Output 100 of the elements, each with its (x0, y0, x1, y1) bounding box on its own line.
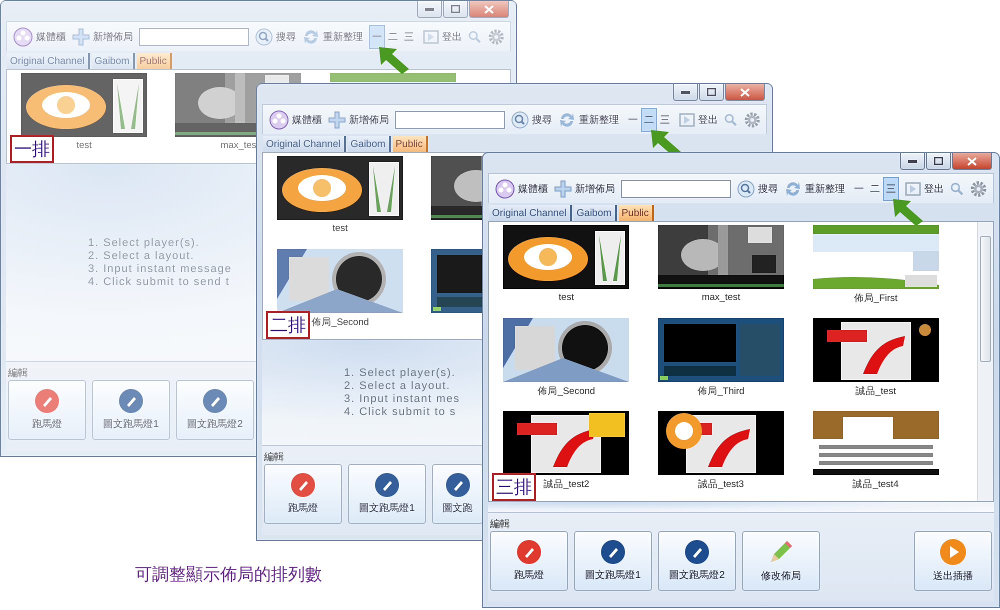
row-count-toggle[interactable]: 三 (401, 24, 417, 48)
edit-action-button[interactable]: 圖文跑馬燈1 (574, 531, 652, 591)
maximize-button[interactable] (926, 153, 951, 170)
search-icon (255, 28, 273, 46)
instruction-line: 1. Select player(s). (344, 367, 456, 379)
logout-button[interactable]: 登出 (905, 180, 944, 196)
logout-icon (905, 180, 921, 196)
layout-name: 佈局_Third (698, 385, 744, 398)
logout-button[interactable]: 登出 (423, 28, 462, 44)
instruction-line: 3. Input instant mes (344, 393, 460, 405)
layout-name: 誠品_test (855, 385, 896, 398)
row-count-callout: 一排 (10, 135, 54, 163)
close-button[interactable] (469, 1, 509, 18)
search-icon (511, 110, 529, 128)
pen-icon (203, 389, 227, 413)
layout-name: 佈局_Second (538, 385, 596, 398)
edit-action-button[interactable]: 圖文跑馬燈1 (92, 380, 170, 440)
minimize-icon (425, 8, 434, 10)
close-icon (740, 88, 750, 96)
play-icon (940, 539, 966, 565)
plus-icon (328, 110, 346, 128)
group-title: 編輯 (490, 518, 510, 531)
instruction-line: 2. Select a layout. (344, 380, 450, 392)
minimize-icon (908, 160, 917, 162)
maximize-button[interactable] (699, 84, 724, 101)
row-count-toggle[interactable]: 一 (625, 108, 641, 132)
edit-action-button[interactable]: 跑馬燈 (490, 531, 568, 591)
pen-icon (601, 540, 625, 564)
pointer-arrow (891, 196, 925, 226)
refresh-icon (558, 110, 576, 128)
edit-action-button[interactable]: 圖文跑 (432, 464, 483, 524)
row-count-toggle[interactable]: 二 (385, 24, 401, 48)
search-button[interactable]: 搜尋 (255, 28, 296, 46)
layout-name: 佈局_First (854, 292, 898, 305)
pen-icon (685, 540, 709, 564)
add-layout-button[interactable]: 新增佈局 (328, 110, 389, 128)
pen-icon (375, 473, 399, 497)
scrollbar[interactable] (977, 222, 993, 501)
row-count-toggle[interactable]: 二 (641, 108, 657, 132)
layout-name: test (332, 223, 348, 236)
row-count-toggle[interactable]: 三 (657, 108, 673, 132)
edit-action-button[interactable]: 跑馬燈 (264, 464, 342, 524)
edit-action-button[interactable]: 圖文跑馬燈1 (348, 464, 426, 524)
tab[interactable]: Public (392, 136, 428, 152)
refresh-icon (302, 28, 320, 46)
search-button[interactable]: 搜尋 (511, 110, 552, 128)
close-button[interactable] (952, 153, 992, 170)
layout-name: 誠品_test3 (698, 478, 744, 491)
refresh-button[interactable]: 重新整理 (558, 110, 619, 128)
tab[interactable]: Original Channel (489, 205, 572, 221)
refresh-icon (784, 180, 802, 198)
pen-icon (119, 389, 143, 413)
media-library-button[interactable]: 媒體櫃 (13, 26, 66, 46)
close-icon (484, 4, 494, 14)
refresh-button[interactable]: 重新整理 (784, 180, 845, 198)
pen-icon (35, 389, 59, 413)
search-field[interactable] (395, 110, 505, 128)
search-field[interactable] (139, 28, 249, 46)
layout-name: 誠品_test4 (852, 478, 899, 491)
search-icon (737, 180, 755, 198)
pen-icon (517, 540, 541, 564)
edit-action-button[interactable]: 修改佈局 (742, 531, 820, 591)
add-layout-button[interactable]: 新增佈局 (554, 180, 615, 198)
tab[interactable]: Gaibom (348, 136, 391, 152)
row-count-toggle[interactable]: 一 (851, 176, 867, 200)
flower-icon (269, 110, 289, 130)
plus-icon (72, 28, 90, 46)
instruction-line: 1. Select player(s). (88, 237, 200, 249)
maximize-icon (451, 5, 460, 13)
media-library-button[interactable]: 媒體櫃 (269, 110, 322, 130)
tab[interactable]: Original Channel (263, 136, 346, 152)
search-button[interactable]: 搜尋 (737, 180, 778, 198)
layout-name: test (558, 292, 574, 305)
minimize-button[interactable] (673, 84, 698, 101)
logout-button[interactable]: 登出 (679, 112, 718, 128)
group-title: 編輯 (264, 451, 284, 464)
instruction-line: 2. Select a layout. (88, 250, 194, 262)
flower-icon (13, 26, 33, 46)
row-count-callout: 三排 (492, 473, 536, 501)
layout-name: 誠品_test2 (543, 478, 590, 491)
edit-action-button[interactable]: 送出插播 (914, 531, 992, 591)
tab[interactable]: Gaibom (574, 205, 617, 221)
pen-icon (291, 473, 315, 497)
refresh-button[interactable]: 重新整理 (302, 28, 363, 46)
maximize-icon (707, 88, 716, 96)
edit-action-button[interactable]: 圖文跑馬燈2 (658, 531, 736, 591)
row-count-toggle[interactable]: 二 (867, 176, 883, 200)
search-field[interactable] (621, 180, 731, 198)
edit-action-button[interactable]: 圖文跑馬燈2 (176, 380, 254, 440)
layout-name: 佈局_Second (311, 316, 369, 329)
edit-action-button[interactable]: 跑馬燈 (8, 380, 86, 440)
add-layout-button[interactable]: 新增佈局 (72, 28, 133, 46)
instruction-line: 3. Input instant message (88, 263, 232, 275)
minimize-icon (681, 90, 690, 94)
instruction-line: 4. Click submit to s (344, 406, 456, 418)
close-button[interactable] (725, 84, 765, 101)
tab[interactable]: Public (618, 205, 654, 221)
media-library-button[interactable]: 媒體櫃 (495, 178, 548, 198)
row-count-toggle[interactable]: 三 (883, 176, 899, 200)
minimize-button[interactable] (900, 153, 925, 170)
